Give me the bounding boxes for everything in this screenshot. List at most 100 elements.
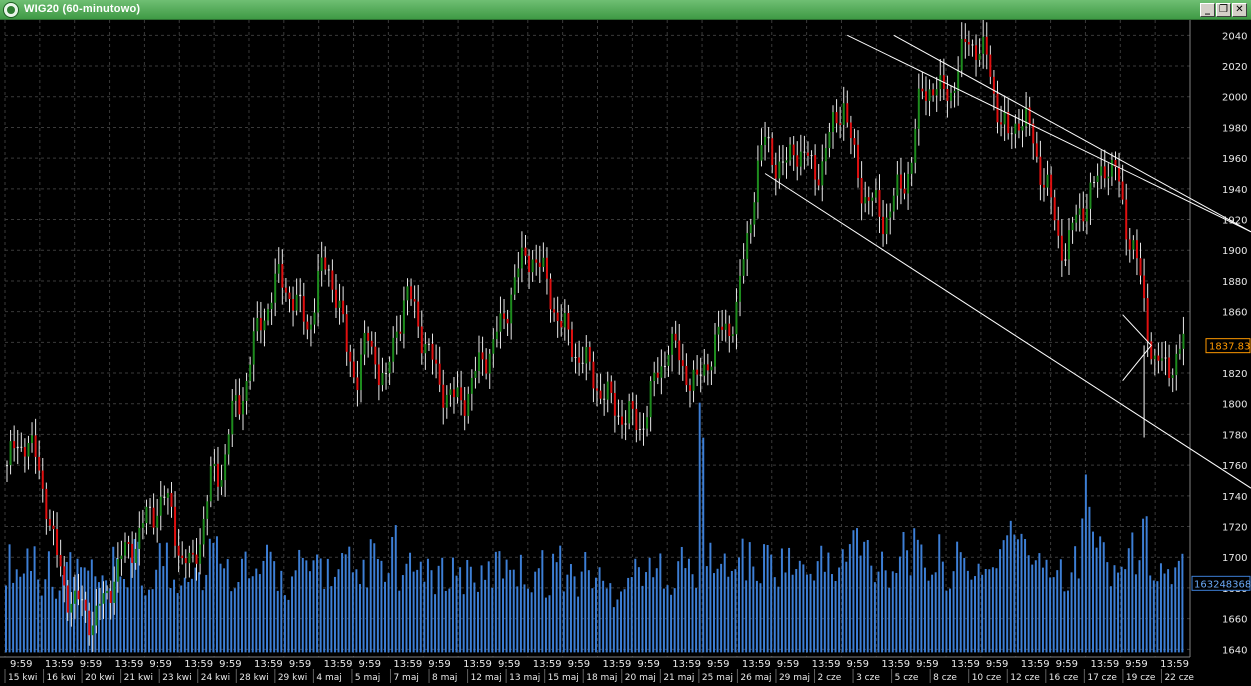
volume-bar: [208, 538, 211, 653]
candle-body: [785, 160, 788, 163]
volume-bar: [934, 572, 937, 653]
volume-bar: [405, 563, 408, 653]
volume-bar: [301, 557, 304, 653]
volume-bar: [144, 595, 147, 653]
time-tick-label: 9:59: [1125, 659, 1147, 670]
candle-body: [1089, 182, 1092, 209]
candle-body: [789, 144, 792, 161]
volume-bar: [401, 575, 404, 653]
close-button[interactable]: ✕: [1232, 3, 1247, 17]
time-tick-label: 13:59: [812, 659, 841, 670]
volume-bar: [859, 555, 862, 653]
candle-body: [957, 70, 960, 91]
date-tick-label: 5 cze: [895, 673, 919, 683]
volume-bar: [333, 576, 336, 653]
candle-body: [381, 373, 384, 386]
volume-bar: [945, 590, 948, 653]
volume-bar: [1167, 569, 1170, 653]
price-tick-label: 2040: [1222, 31, 1247, 42]
volume-bar: [1120, 566, 1123, 653]
candle-body: [420, 326, 423, 354]
volume-bar: [777, 586, 780, 653]
volume-bar: [841, 549, 844, 653]
candle-body: [452, 389, 455, 398]
candle-body: [102, 593, 105, 604]
volume-bar: [230, 591, 233, 653]
price-tick-label: 2020: [1222, 62, 1247, 73]
volume-bar: [838, 567, 841, 653]
volume-bar: [348, 546, 351, 653]
candle-body: [374, 346, 377, 365]
candle-body: [653, 372, 656, 382]
volume-bar: [30, 570, 32, 653]
candle-body: [295, 294, 298, 311]
volume-bar: [877, 571, 880, 653]
volume-bar: [237, 581, 240, 653]
volume-bar: [1006, 535, 1009, 653]
app-logo-icon: [3, 2, 19, 18]
candle-body: [1139, 258, 1142, 276]
candle-body: [578, 357, 581, 363]
candle-body: [649, 381, 652, 418]
volume-bar: [623, 589, 626, 653]
volume-bar: [923, 567, 926, 653]
candle-body: [324, 257, 327, 270]
volume-bar: [1159, 563, 1162, 653]
restore-button[interactable]: ❐: [1216, 3, 1231, 17]
candle-body: [563, 313, 566, 328]
candle-body: [1143, 275, 1146, 299]
candle-body: [209, 466, 212, 502]
volume-bar: [1059, 559, 1062, 653]
volume-bar: [1095, 547, 1098, 653]
volume-bar: [895, 572, 898, 653]
candle-body: [742, 259, 745, 276]
candle-body: [1128, 239, 1131, 250]
volume-bar: [215, 536, 218, 653]
candle-body: [513, 277, 516, 295]
volume-bar: [466, 559, 469, 653]
volume-bar: [580, 571, 583, 653]
volume-bar: [648, 557, 651, 653]
price-tick-label: 1780: [1222, 430, 1247, 441]
candle-body: [646, 417, 649, 429]
time-tick-label: 9:59: [777, 659, 799, 670]
date-tick-label: 17 cze: [1087, 673, 1117, 683]
candle-body: [642, 428, 645, 430]
volume-bar: [891, 571, 894, 653]
date-tick-label: 25 maj: [702, 673, 733, 683]
date-tick-label: 18 maj: [586, 673, 617, 683]
volume-bar: [312, 560, 315, 653]
price-tick-label: 1920: [1222, 216, 1247, 227]
volume-bar: [659, 553, 662, 653]
date-tick-label: 5 maj: [355, 673, 380, 683]
volume-bar: [444, 590, 447, 653]
candle-body: [134, 548, 137, 563]
volume-bar: [1038, 553, 1041, 653]
candlestick-chart[interactable]: 1640166016801700172017401760178018001820…: [0, 20, 1251, 686]
volume-bar: [716, 568, 719, 653]
candle-body: [971, 44, 974, 46]
volume-bar: [505, 559, 508, 653]
price-tick-label: 1940: [1222, 185, 1247, 196]
volume-bar: [949, 588, 951, 653]
price-tick-label: 1640: [1222, 645, 1247, 656]
window-titlebar[interactable]: WIG20 (60-minutowo) _ ❐ ✕: [0, 0, 1251, 20]
candle-body: [760, 145, 763, 161]
minimize-button[interactable]: _: [1200, 3, 1215, 17]
volume-bar: [473, 582, 476, 653]
candle-body: [592, 361, 595, 389]
volume-bar: [251, 576, 254, 653]
candle-body: [964, 38, 967, 43]
candle-body: [213, 463, 216, 467]
candle-body: [989, 54, 992, 77]
volume-bar: [670, 594, 673, 653]
volume-bar: [180, 585, 183, 653]
volume-bar: [755, 580, 758, 653]
candle-body: [13, 441, 16, 449]
candle-body: [220, 480, 223, 487]
candle-body: [481, 352, 484, 360]
candle-body: [975, 45, 978, 60]
candle-body: [445, 394, 448, 408]
volume-bar: [544, 597, 547, 653]
candle-body: [156, 515, 159, 528]
